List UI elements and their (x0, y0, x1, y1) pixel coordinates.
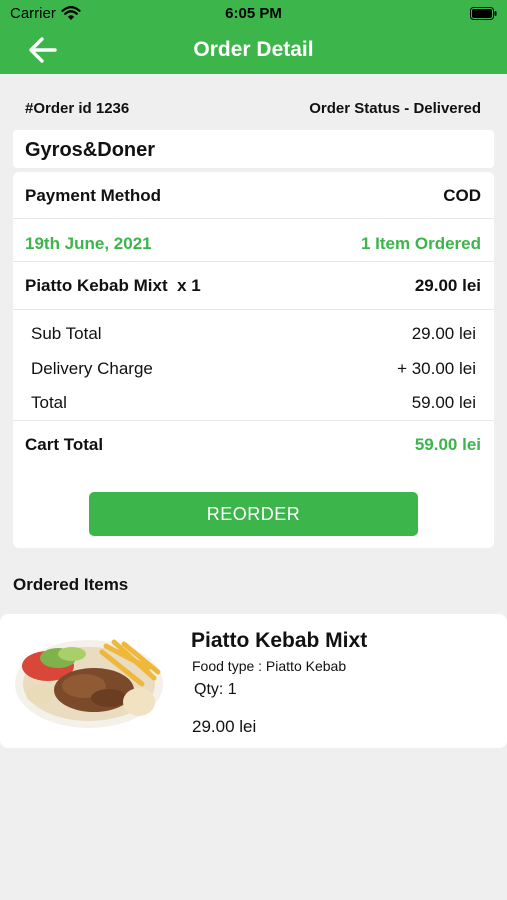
restaurant-card: Gyros&Doner (13, 130, 494, 168)
order-info-row: #Order id 1236 Order Status - Delivered (25, 100, 481, 120)
items-ordered-count: 1 Item Ordered (361, 234, 481, 253)
total-value: 59.00 lei (411, 393, 476, 412)
item-quantity: Qty: 1 (194, 681, 237, 698)
cart-total-label: Cart Total (25, 435, 104, 454)
status-bar: Carrier 6:05 PM (0, 0, 507, 28)
payment-method-value: COD (443, 186, 481, 205)
sub-total-value: 29.00 lei (411, 324, 476, 343)
app-header: Carrier 6:05 PM Order Detail (0, 0, 507, 74)
page-title: Order Detail (193, 38, 314, 61)
order-id: #Order id 1236 (25, 100, 130, 117)
divider (13, 309, 494, 310)
line-item-name: Piatto Kebab Mixt x 1 (25, 276, 201, 295)
ordered-items-title: Ordered Items (13, 575, 129, 594)
order-details-card: Payment Method COD 19th June, 2021 1 Ite… (13, 172, 494, 548)
ordered-item-card[interactable]: Piatto Kebab Mixt Food type : Piatto Keb… (0, 614, 507, 748)
line-item-price: 29.00 lei (414, 276, 481, 295)
delivery-charge-value: + 30.00 lei (397, 359, 476, 378)
payment-method-label: Payment Method (25, 186, 162, 205)
reorder-button[interactable]: REORDER (89, 492, 418, 536)
cart-total-value: 59.00 lei (414, 435, 481, 454)
total-label: Total (31, 393, 67, 412)
status-time: 6:05 PM (225, 5, 282, 22)
divider (13, 218, 494, 219)
order-status: Order Status - Delivered (309, 100, 481, 117)
nav-bar: Order Detail (0, 28, 507, 74)
battery-icon (470, 7, 497, 20)
order-date: 19th June, 2021 (25, 234, 152, 253)
restaurant-name: Gyros&Doner (25, 139, 156, 161)
item-price: 29.00 lei (192, 717, 257, 736)
item-name: Piatto Kebab Mixt (191, 629, 368, 652)
food-image (15, 639, 163, 728)
item-food-type: Food type : Piatto Kebab (192, 658, 347, 674)
sub-total-label: Sub Total (31, 324, 102, 343)
divider (13, 420, 494, 421)
divider (13, 261, 494, 262)
delivery-charge-label: Delivery Charge (31, 359, 153, 378)
